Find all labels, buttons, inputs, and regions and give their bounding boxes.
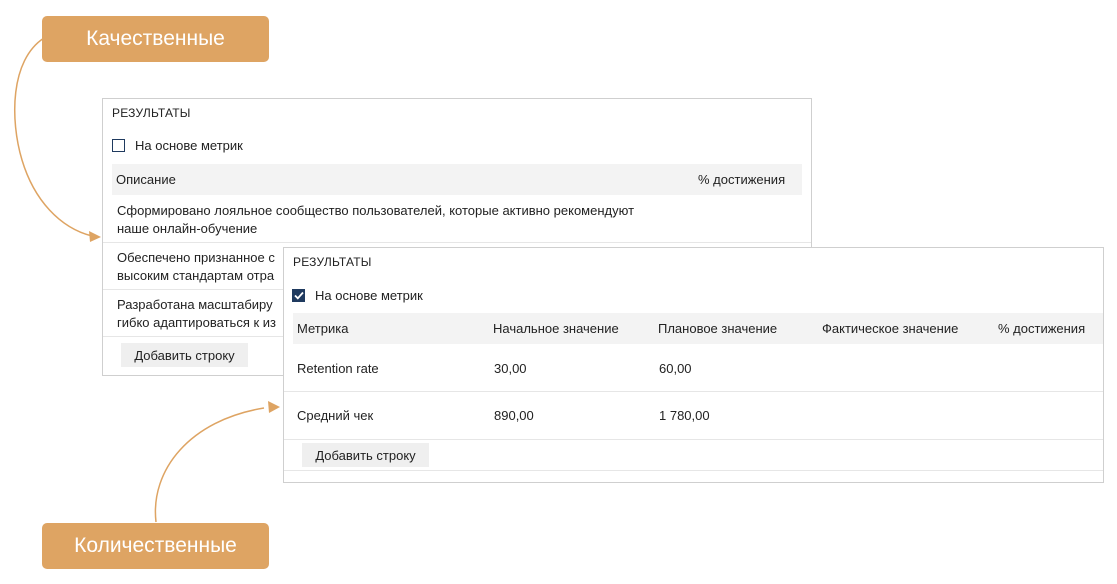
table-row[interactable]: Средний чек 890,00 1 780,00 (284, 392, 1103, 440)
row-text-line: Сформировано лояльное сообщество пользов… (117, 203, 635, 218)
row-text-line: наше онлайн-обучение (117, 221, 258, 236)
column-header-description: Описание (116, 172, 176, 187)
panel-title: РЕЗУЛЬТАТЫ (112, 106, 191, 120)
metric-name: Retention rate (297, 360, 379, 376)
quantitative-results-panel: РЕЗУЛЬТАТЫ На основе метрик Метрика Нача… (283, 247, 1104, 483)
column-header-actual-value: Фактическое значение (822, 321, 959, 336)
column-header-initial-value: Начальное значение (493, 321, 619, 336)
row-text-line: высоким стандартам отра (117, 268, 275, 283)
table-row[interactable]: Сформировано лояльное сообщество пользов… (103, 196, 811, 243)
divider (284, 470, 1103, 471)
row-text-line: Обеспечено признанное с (117, 250, 275, 265)
metrics-checkbox-row[interactable]: На основе метрик (112, 138, 243, 153)
initial-value: 30,00 (494, 360, 527, 376)
planned-value: 60,00 (659, 360, 692, 376)
quantitative-arrowhead (268, 401, 280, 413)
initial-value: 890,00 (494, 408, 534, 423)
qualitative-arrowhead (89, 231, 101, 242)
check-icon (293, 291, 304, 300)
add-row-button[interactable]: Добавить строку (121, 343, 248, 367)
metrics-checkbox[interactable] (292, 289, 305, 302)
column-header-metric: Метрика (297, 321, 349, 336)
table-header: Метрика Начальное значение Плановое знач… (293, 313, 1103, 344)
qualitative-callout: Качественные (42, 16, 269, 62)
quantitative-arrow (154, 407, 265, 523)
column-header-achievement: % достижения (698, 172, 786, 187)
metrics-checkbox-label: На основе метрик (315, 288, 423, 303)
metrics-checkbox-label: На основе метрик (135, 138, 243, 153)
row-text-line: гибко адаптироваться к из (117, 315, 276, 330)
quantitative-callout-label: Количественные (74, 534, 237, 557)
table-row[interactable]: Retention rate 30,00 60,00 (284, 345, 1103, 392)
qualitative-callout-label: Качественные (86, 27, 225, 50)
metric-name: Средний чек (297, 408, 374, 423)
planned-value: 1 780,00 (659, 408, 710, 423)
add-row-button[interactable]: Добавить строку (302, 443, 429, 467)
row-text-line: Разработана масштабиру (117, 297, 273, 312)
metrics-checkbox-row[interactable]: На основе метрик (292, 288, 423, 303)
column-header-achievement: % достижения (998, 321, 1086, 336)
panel-title: РЕЗУЛЬТАТЫ (293, 255, 372, 269)
qualitative-arrow (14, 37, 93, 237)
quantitative-callout: Количественные (42, 523, 269, 569)
metrics-checkbox[interactable] (112, 139, 125, 152)
table-header: Описание % достижения (112, 164, 802, 195)
column-header-planned-value: Плановое значение (658, 321, 778, 336)
